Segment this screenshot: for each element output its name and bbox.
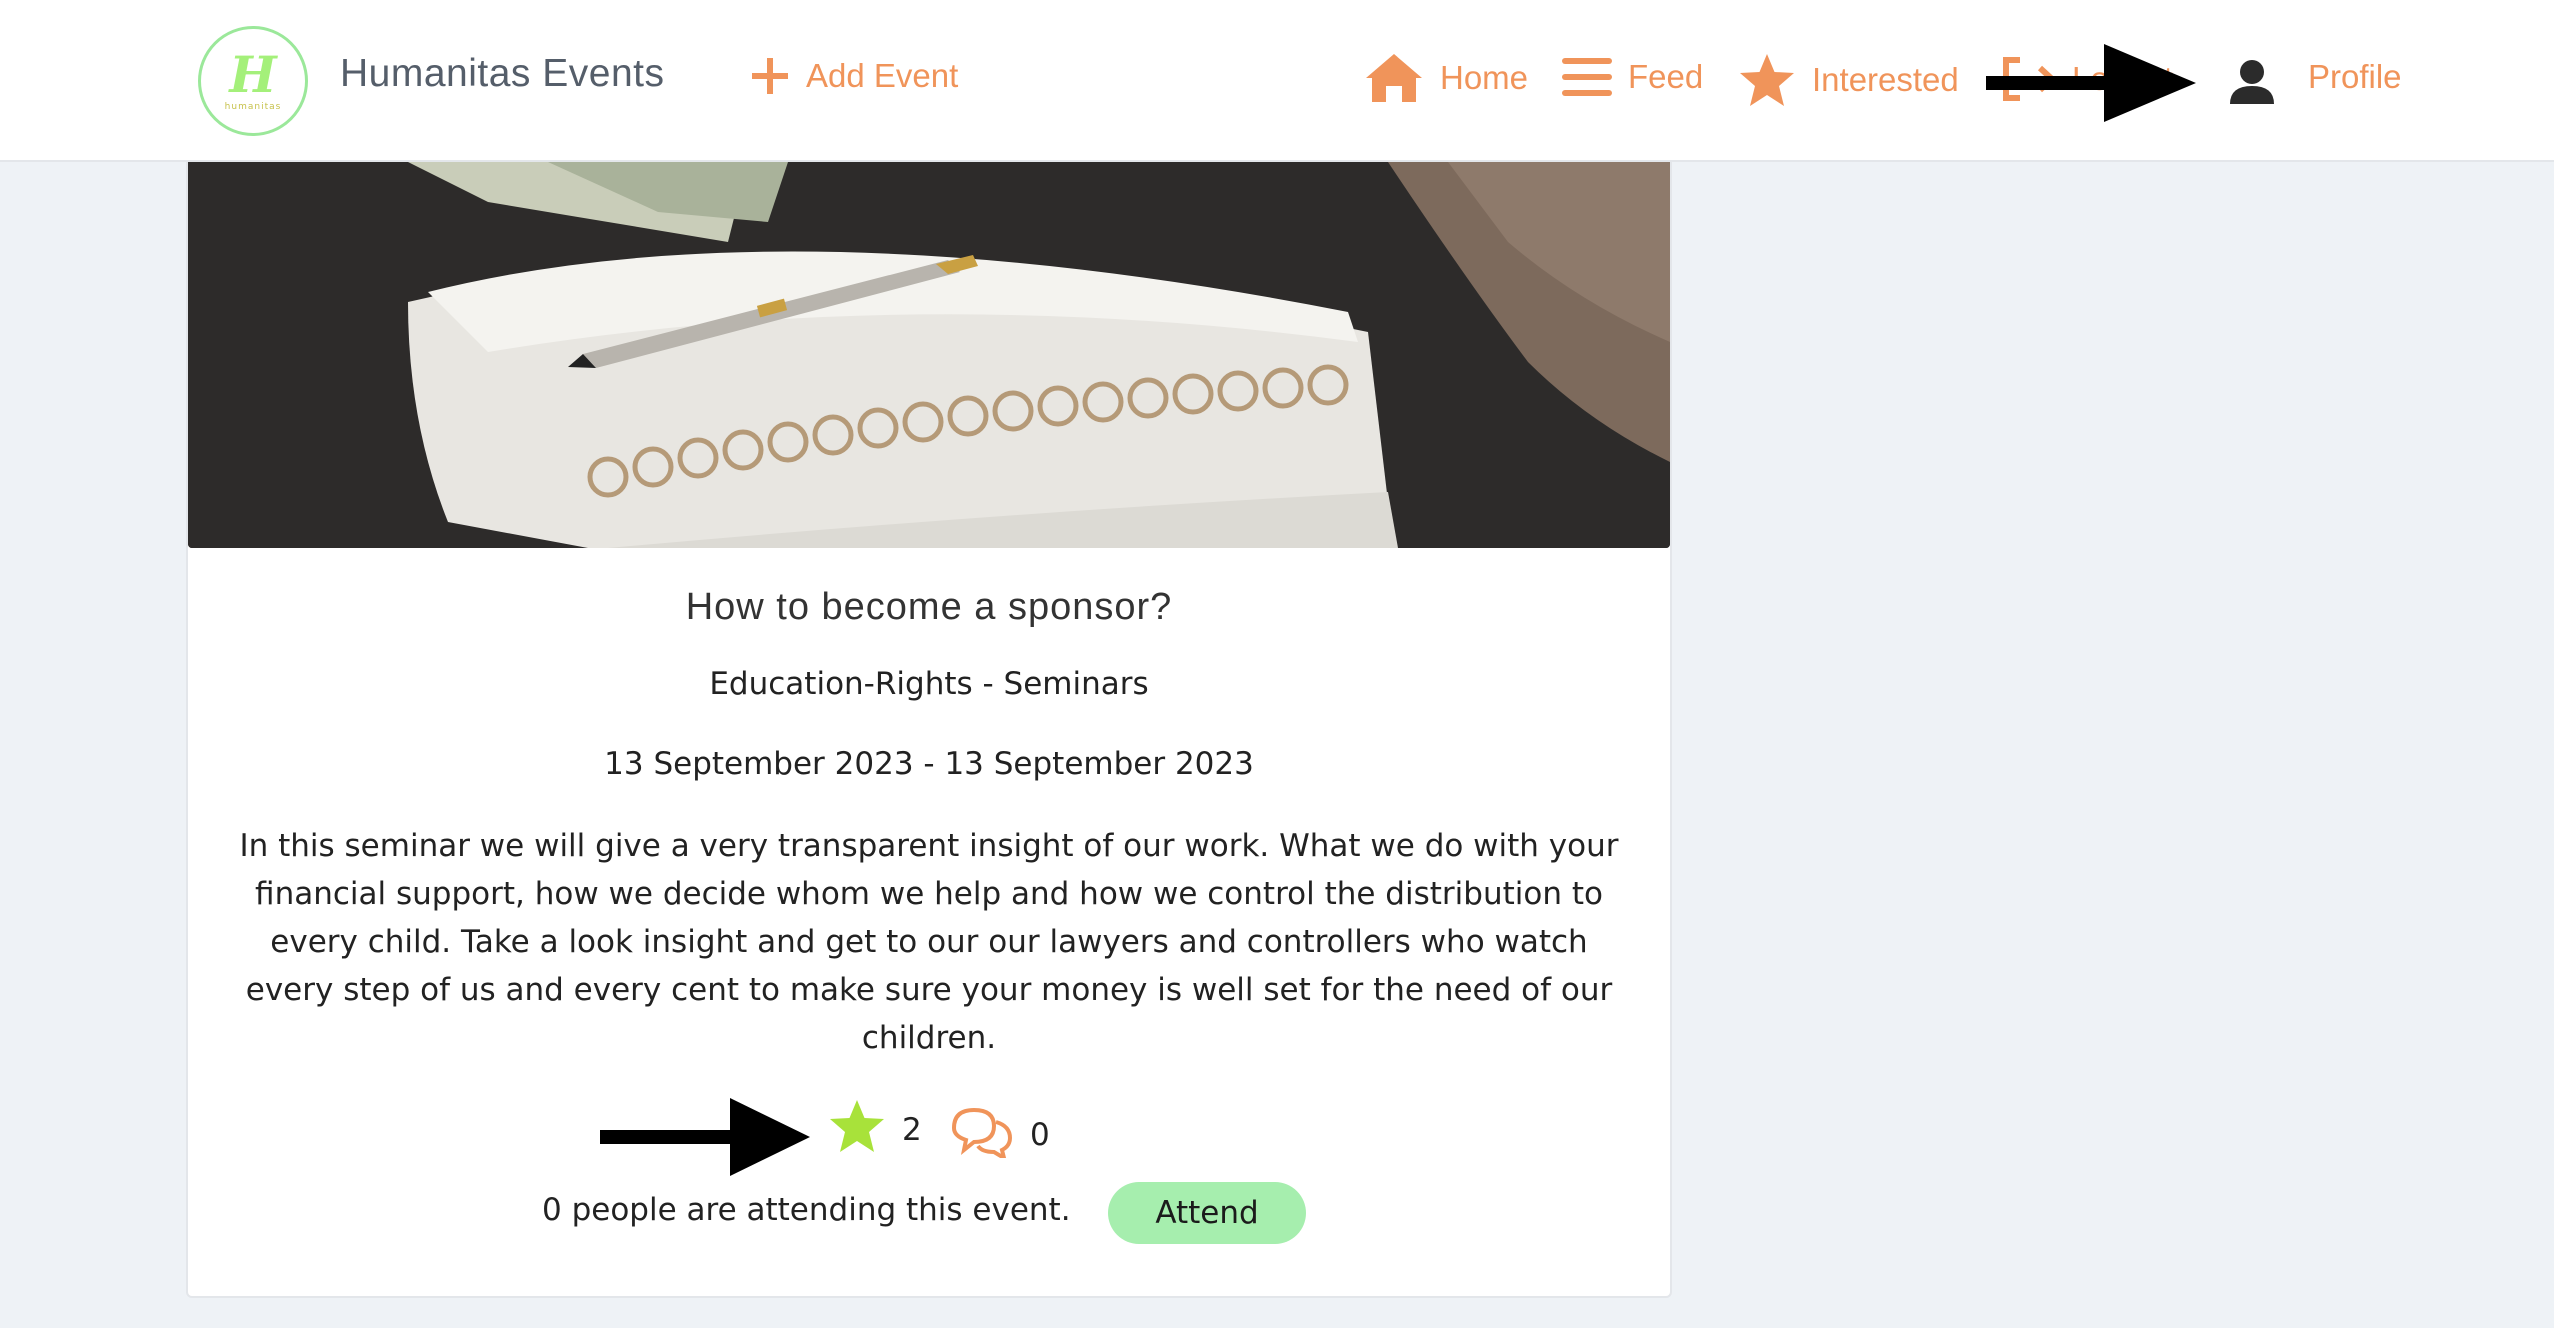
nav-home-label: Home [1440, 59, 1529, 96]
plus-icon [750, 56, 790, 96]
brand-logo[interactable]: H humanitas [198, 26, 308, 136]
menu-icon [1562, 56, 1612, 98]
nav-feed[interactable]: Feed [1562, 56, 1703, 98]
logo-letter: H [229, 45, 277, 104]
annotation-arrow-star [600, 1098, 810, 1176]
nav-interested[interactable]: Interested [1738, 52, 1959, 108]
nav-home[interactable]: Home [1364, 52, 1528, 104]
nav-profile[interactable]: Profile [2308, 58, 2402, 96]
home-icon [1364, 52, 1424, 104]
event-title: How to become a sponsor? [685, 586, 1173, 628]
comment-count: 0 [1030, 1117, 1050, 1153]
attend-button[interactable]: Attend [1108, 1182, 1306, 1244]
add-event-label: Add Event [806, 57, 959, 94]
annotation-arrow-profile [1986, 44, 2196, 122]
brand-name[interactable]: Humanitas Events [340, 52, 664, 96]
nav-interested-label: Interested [1812, 61, 1959, 98]
comments-stat[interactable]: 0 [948, 1104, 1050, 1166]
interested-stat[interactable]: 2 [828, 1098, 922, 1162]
event-dates: 13 September 2023 - 13 September 2023 [604, 746, 1254, 782]
comments-icon[interactable] [948, 1104, 1014, 1166]
event-card: How to become a sponsor? Education-Right… [186, 162, 1672, 1298]
add-event-link[interactable]: Add Event [750, 56, 958, 96]
user-icon[interactable] [2228, 58, 2276, 110]
interested-count: 2 [902, 1112, 922, 1148]
logo-subtext: humanitas [224, 102, 282, 112]
star-icon [1738, 52, 1796, 108]
attending-count-text: 0 people are attending this event. [542, 1192, 1071, 1228]
nav-feed-label: Feed [1628, 58, 1704, 95]
event-description: In this seminar we will give a very tran… [239, 828, 1619, 1056]
event-image [188, 162, 1670, 548]
star-icon[interactable] [828, 1098, 886, 1162]
event-category: Education-Rights - Seminars [709, 666, 1149, 702]
